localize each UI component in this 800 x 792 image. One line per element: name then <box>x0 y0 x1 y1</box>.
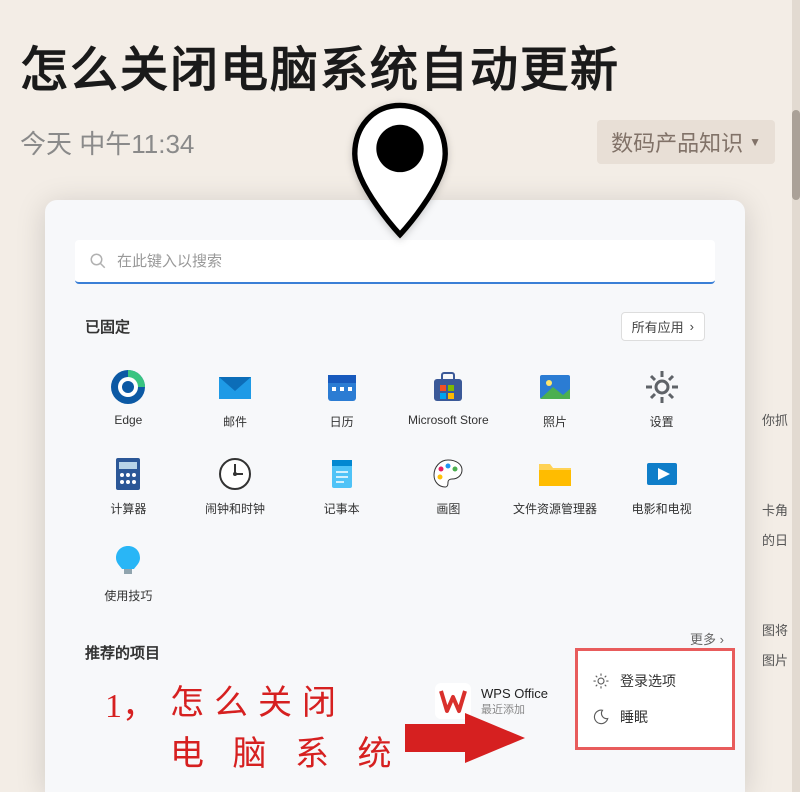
power-menu: 更多 › 登录选项 睡眠 <box>575 648 735 750</box>
gear-icon <box>642 367 682 407</box>
app-edge[interactable]: Edge <box>75 359 182 438</box>
app-notepad[interactable]: 记事本 <box>288 446 395 525</box>
clock-icon <box>215 454 255 494</box>
edge-icon <box>108 367 148 407</box>
pinned-apps-grid: Edge 邮件 日历 Microsoft Store 照片 设置 计算器 闹钟和… <box>75 359 715 612</box>
app-paint[interactable]: 画图 <box>395 446 502 525</box>
page-title: 怎么关闭电脑系统自动更新 <box>0 0 800 100</box>
pinned-label: 已固定 <box>85 316 130 337</box>
search-bar[interactable] <box>75 240 715 284</box>
start-menu: 已固定 所有应用 › Edge 邮件 日历 Microsoft Store 照片… <box>45 200 745 792</box>
paint-icon <box>428 454 468 494</box>
app-mail[interactable]: 邮件 <box>182 359 289 438</box>
app-label: 邮件 <box>223 413 247 430</box>
sleep-item[interactable]: 睡眠 <box>586 699 724 735</box>
app-label: Edge <box>114 413 142 427</box>
timestamp: 今天 中午11:34 <box>20 124 194 161</box>
side-fragment: 图片 <box>762 650 788 669</box>
app-calculator[interactable]: 计算器 <box>75 446 182 525</box>
moon-icon <box>592 708 610 726</box>
app-label: Microsoft Store <box>408 413 489 427</box>
app-photos[interactable]: 照片 <box>502 359 609 438</box>
app-tips[interactable]: 使用技巧 <box>75 533 182 612</box>
recommended-section: 推荐的项目 1， 怎么关闭 电 脑 系 统 WPS Office 最近添加 更多… <box>75 642 715 678</box>
gear-icon <box>592 672 610 690</box>
all-apps-label: 所有应用 <box>632 317 684 336</box>
signin-options-item[interactable]: 登录选项 <box>586 663 724 699</box>
app-calendar[interactable]: 日历 <box>288 359 395 438</box>
app-label: 闹钟和时钟 <box>205 500 265 517</box>
search-icon <box>89 252 107 270</box>
side-fragment: 图将 <box>762 620 788 639</box>
mail-icon <box>215 367 255 407</box>
chevron-right-icon: › <box>690 319 694 334</box>
photos-icon <box>535 367 575 407</box>
app-label: 记事本 <box>324 500 360 517</box>
app-label: 设置 <box>650 413 674 430</box>
calendar-icon <box>322 367 362 407</box>
annotation-line1: 怎么关闭 <box>170 685 346 722</box>
movies-icon <box>642 454 682 494</box>
recommended-label: 推荐的项目 <box>85 642 160 663</box>
app-explorer[interactable]: 文件资源管理器 <box>502 446 609 525</box>
all-apps-button[interactable]: 所有应用 › <box>621 312 705 341</box>
pinned-header: 已固定 所有应用 › <box>85 312 705 341</box>
app-label: 使用技巧 <box>104 587 152 604</box>
category-tag[interactable]: 数码产品知识 ▼ <box>597 120 775 164</box>
side-fragment: 卡角 <box>762 500 788 519</box>
chevron-down-icon: ▼ <box>749 135 761 149</box>
location-pin-icon <box>345 100 455 240</box>
app-label: 日历 <box>330 413 354 430</box>
sleep-label: 睡眠 <box>620 707 648 727</box>
annotation-number: 1， <box>105 678 156 727</box>
side-fragment: 你抓 <box>762 410 788 429</box>
scrollbar-track[interactable] <box>792 0 800 792</box>
scrollbar-thumb[interactable] <box>792 110 800 200</box>
annotation-overlay: 1， 怎么关闭 电 脑 系 统 <box>105 678 402 780</box>
signin-label: 登录选项 <box>620 671 676 691</box>
store-icon <box>428 367 468 407</box>
category-label: 数码产品知识 <box>611 126 743 158</box>
tips-icon <box>108 541 148 581</box>
calculator-icon <box>108 454 148 494</box>
more-button[interactable]: 更多 › <box>690 629 724 648</box>
side-fragment: 的日 <box>762 530 788 549</box>
app-settings[interactable]: 设置 <box>608 359 715 438</box>
app-label: 文件资源管理器 <box>513 500 597 517</box>
wps-title: WPS Office <box>481 686 548 701</box>
app-label: 照片 <box>543 413 567 430</box>
annotation-arrow-icon <box>465 713 525 763</box>
app-label: 画图 <box>436 500 460 517</box>
search-input[interactable] <box>117 253 701 270</box>
notepad-icon <box>322 454 362 494</box>
folder-icon <box>535 454 575 494</box>
annotation-line2: 电 脑 系 统 <box>170 736 402 773</box>
app-movies[interactable]: 电影和电视 <box>608 446 715 525</box>
app-label: 计算器 <box>110 500 146 517</box>
app-store[interactable]: Microsoft Store <box>395 359 502 438</box>
app-label: 电影和电视 <box>632 500 692 517</box>
app-clock[interactable]: 闹钟和时钟 <box>182 446 289 525</box>
